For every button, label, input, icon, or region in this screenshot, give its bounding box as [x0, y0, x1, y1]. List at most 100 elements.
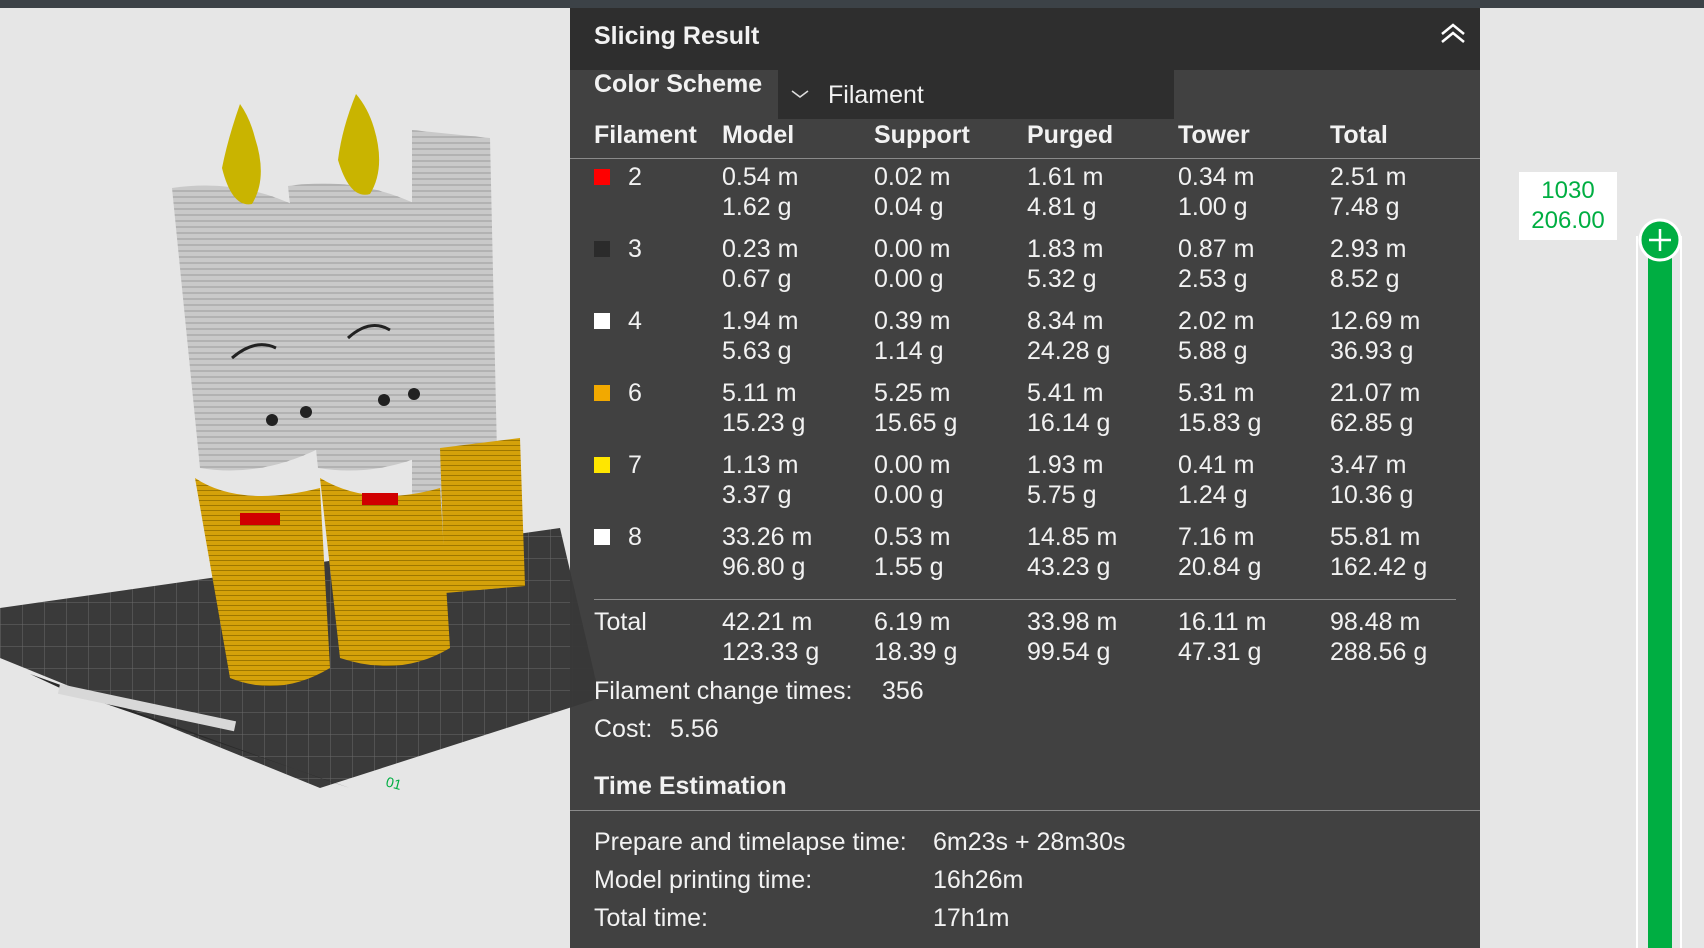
cell-model-m: 1.94 m [722, 307, 799, 335]
filament-change-value: 356 [882, 677, 924, 705]
layer-number: 1030 [1541, 177, 1595, 204]
cell-total-g: 7.48 g [1330, 193, 1400, 221]
red-detail [362, 493, 398, 505]
cell-total-m: 2.51 m [1330, 163, 1407, 191]
cell-model-m: 33.26 m [722, 523, 813, 551]
layer-slider-track[interactable] [1648, 240, 1672, 948]
layer-slider-rail [1636, 236, 1638, 948]
cell-purged-m: 1.61 m [1027, 163, 1104, 191]
panel-header: Slicing Result [570, 8, 1480, 70]
cell-tower-g: 15.83 g [1178, 409, 1262, 437]
filament-color-swatch [594, 385, 610, 401]
layer-slider-thumb-plus-icon[interactable] [1638, 218, 1682, 262]
total-purged-g: 99.54 g [1027, 638, 1111, 666]
cell-tower-m: 2.02 m [1178, 307, 1255, 335]
filament-id: 6 [628, 379, 642, 407]
cell-support-m: 0.00 m [874, 235, 951, 263]
time-estimation-title: Time Estimation [594, 772, 787, 800]
total-support-g: 18.39 g [874, 638, 958, 666]
filament-color-swatch [594, 457, 610, 473]
cell-support-g: 15.65 g [874, 409, 958, 437]
filament-color-swatch [594, 529, 610, 545]
cell-purged-m: 5.41 m [1027, 379, 1104, 407]
total-time-label: Total time: [594, 904, 708, 932]
cell-support-g: 0.00 g [874, 265, 944, 293]
cell-support-m: 0.00 m [874, 451, 951, 479]
cell-model-g: 3.37 g [722, 481, 792, 509]
cell-purged-m: 8.34 m [1027, 307, 1104, 335]
slicing-result-panel: Slicing Result Color Scheme Filament Fil… [570, 8, 1480, 948]
cell-total-m: 12.69 m [1330, 307, 1421, 335]
filament-change-label: Filament change times: [594, 677, 853, 705]
red-detail [240, 513, 280, 525]
time-divider [570, 810, 1480, 811]
chevron-down-icon [791, 90, 809, 98]
cell-model-g: 96.80 g [722, 553, 806, 581]
top-toolbar-edge [0, 0, 1704, 8]
total-tower-m: 16.11 m [1178, 608, 1267, 636]
prepare-time-label: Prepare and timelapse time: [594, 828, 907, 856]
cell-model-m: 5.11 m [722, 379, 797, 407]
total-total-g: 288.56 g [1330, 638, 1428, 666]
model-time-value: 16h26m [933, 866, 1024, 894]
col-header-purged: Purged [1027, 121, 1114, 149]
cell-tower-g: 20.84 g [1178, 553, 1262, 581]
cell-total-g: 62.85 g [1330, 409, 1414, 437]
cell-total-g: 8.52 g [1330, 265, 1400, 293]
col-header-tower: Tower [1178, 121, 1250, 149]
cell-purged-g: 5.75 g [1027, 481, 1097, 509]
layer-slider-label: 1030 206.00 [1519, 172, 1617, 240]
col-header-total: Total [1330, 121, 1388, 149]
cell-model-m: 0.23 m [722, 235, 799, 263]
filament-id: 2 [628, 163, 642, 191]
cell-support-m: 0.39 m [874, 307, 951, 335]
color-scheme-value: Filament [828, 81, 924, 109]
cell-model-g: 0.67 g [722, 265, 792, 293]
prime-tower-base [440, 438, 525, 593]
cell-support-g: 1.55 g [874, 553, 944, 581]
total-total-m: 98.48 m [1330, 608, 1421, 636]
cell-model-g: 5.63 g [722, 337, 792, 365]
cell-total-g: 162.42 g [1330, 553, 1428, 581]
cell-total-m: 21.07 m [1330, 379, 1421, 407]
cost-value: 5.56 [670, 715, 719, 743]
cost-label: Cost: [594, 715, 653, 743]
cell-purged-m: 1.83 m [1027, 235, 1104, 263]
cell-model-m: 1.13 m [722, 451, 799, 479]
collapse-chevron-up-icon[interactable] [1438, 20, 1468, 50]
cell-support-g: 1.14 g [874, 337, 944, 365]
filament-id: 4 [628, 307, 642, 335]
cell-support-g: 0.04 g [874, 193, 944, 221]
cell-tower-g: 1.24 g [1178, 481, 1248, 509]
candle-eye [300, 406, 312, 418]
cell-tower-g: 2.53 g [1178, 265, 1248, 293]
cell-tower-m: 7.16 m [1178, 523, 1255, 551]
cell-support-m: 0.02 m [874, 163, 951, 191]
cell-purged-g: 16.14 g [1027, 409, 1111, 437]
layer-height: 206.00 [1531, 207, 1605, 234]
cell-purged-g: 5.32 g [1027, 265, 1097, 293]
cell-total-g: 10.36 g [1330, 481, 1414, 509]
cell-total-m: 3.47 m [1330, 451, 1407, 479]
col-header-filament: Filament [594, 121, 697, 149]
cell-tower-m: 0.34 m [1178, 163, 1255, 191]
candle-base-right [320, 478, 450, 666]
candle-flame-right [338, 94, 380, 195]
color-scheme-label: Color Scheme [594, 70, 763, 98]
total-row-label: Total [594, 608, 647, 636]
total-time-value: 17h1m [933, 904, 1010, 932]
total-model-g: 123.33 g [722, 638, 820, 666]
total-model-m: 42.21 m [722, 608, 813, 636]
model-time-label: Model printing time: [594, 866, 813, 894]
cell-model-g: 15.23 g [722, 409, 806, 437]
cell-support-m: 0.53 m [874, 523, 951, 551]
cell-tower-g: 5.88 g [1178, 337, 1248, 365]
cell-purged-g: 43.23 g [1027, 553, 1111, 581]
filament-id: 7 [628, 451, 642, 479]
filament-color-swatch [594, 313, 610, 329]
cell-tower-m: 0.87 m [1178, 235, 1255, 263]
cell-purged-m: 1.93 m [1027, 451, 1104, 479]
header-divider [570, 158, 1480, 159]
color-scheme-dropdown[interactable]: Filament [778, 70, 1174, 119]
candle-eye [266, 414, 278, 426]
